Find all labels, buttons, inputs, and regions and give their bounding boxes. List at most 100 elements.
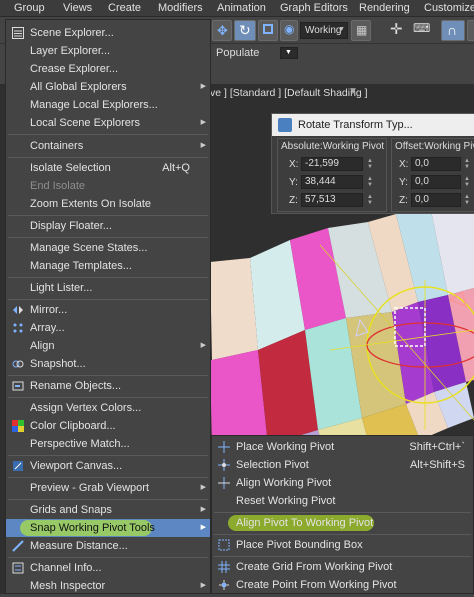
populate-tab[interactable]: Populate — [216, 47, 259, 59]
menu-separator — [8, 134, 208, 135]
menu-customize[interactable]: Customize — [424, 2, 474, 14]
menu-item-end-isolate: End Isolate — [30, 180, 86, 192]
off-x-field[interactable]: 0,0 — [411, 157, 461, 171]
coord-system-select[interactable]: Working ▼ — [300, 22, 348, 39]
menu-separator — [214, 556, 471, 557]
menu-item-preview-grab-viewport[interactable]: Preview - Grab Viewport ▶ — [6, 479, 210, 497]
submenu-item-place-working-pivot[interactable]: Place Working Pivot Shift+Ctrl+` — [212, 438, 473, 456]
menu-item-align[interactable]: Align ▶ — [6, 337, 210, 355]
menu-separator — [8, 499, 208, 500]
chevron-down-icon: ▼ — [338, 26, 345, 33]
menu-item-display-floater[interactable]: Display Floater... — [6, 217, 210, 235]
menu-item-perspective-match[interactable]: Perspective Match... — [6, 435, 210, 453]
off-y-label: Y: — [399, 177, 408, 188]
viewport-canvas-icon — [12, 460, 24, 472]
menu-item-crease-explorer[interactable]: Crease Explorer... — [6, 60, 210, 78]
submenu-item-reset-working-pivot[interactable]: Reset Working Pivot — [212, 492, 473, 510]
abs-y-field[interactable]: 38,444 — [301, 175, 363, 189]
menu-group[interactable]: Group — [14, 2, 45, 14]
color-clipboard-icon — [12, 420, 24, 432]
menu-separator — [8, 299, 208, 300]
abs-z-label: Z: — [289, 195, 298, 206]
keyboard-shortcut-icon[interactable]: ⌨ — [410, 20, 430, 41]
submenu-arrow-icon: ▶ — [200, 142, 206, 149]
menu-separator — [8, 455, 208, 456]
menu-item-all-global-explorers[interactable]: All Global Explorers ▶ — [6, 78, 210, 96]
channel-info-icon — [12, 562, 24, 574]
angle-snap-icon[interactable] — [467, 20, 474, 41]
submenu-item-create-point-from-working-pivot[interactable]: Create Point From Working Pivot — [212, 576, 473, 594]
off-z-field[interactable]: 0,0 — [411, 193, 461, 207]
mirror-icon — [12, 304, 24, 316]
viewport-label-text: ve ] [Standard ] [Default Shading ] — [210, 87, 368, 99]
placement-tool-icon[interactable]: ◉ — [280, 20, 298, 41]
scale-tool-icon[interactable] — [258, 20, 278, 41]
abs-x-field[interactable]: -21,599 — [301, 157, 363, 171]
select-and-manipulate-icon[interactable]: ✛ — [387, 20, 407, 41]
submenu-item-align-working-pivot[interactable]: Align Working Pivot — [212, 474, 473, 492]
off-y-spinner[interactable]: ▲ ▼ — [464, 176, 472, 189]
menu-item-zoom-extents-on-isolate[interactable]: Zoom Extents On Isolate — [6, 195, 210, 213]
submenu-arrow-icon: ▶ — [200, 506, 206, 513]
menu-item-array[interactable]: Array... — [6, 319, 210, 337]
menu-item-snapshot[interactable]: Snapshot... — [6, 355, 210, 373]
populate-dropdown[interactable]: ▼ — [280, 47, 298, 59]
rotate-tool-icon[interactable]: ↻ — [234, 20, 256, 41]
rotate-transform-dialog: Rotate Transform Typ... Absolute:Working… — [271, 113, 474, 214]
abs-x-spinner[interactable]: ▲ ▼ — [367, 158, 375, 171]
menu-item-scene-explorer[interactable]: Scene Explorer... — [6, 24, 210, 42]
menu-item-grids-and-snaps[interactable]: Grids and Snaps ▶ — [6, 501, 210, 519]
dialog-titlebar[interactable]: Rotate Transform Typ... — [272, 114, 474, 136]
filter-icon[interactable]: ▼ — [348, 86, 358, 97]
pivot-point-icon[interactable]: ▦ — [351, 20, 371, 41]
snaps-toggle-icon[interactable]: ∩ — [441, 20, 465, 41]
abs-y-spinner[interactable]: ▲ ▼ — [367, 176, 375, 189]
offset-group: Offset:Working Pivot X: 0,0 ▲▼ Y: 0,0 ▲▼… — [391, 138, 474, 212]
off-z-spinner[interactable]: ▲ ▼ — [464, 194, 472, 207]
menu-item-mesh-inspector[interactable]: Mesh Inspector ▶ — [6, 577, 210, 595]
submenu-item-place-pivot-bounding-box[interactable]: Place Pivot Bounding Box — [212, 536, 473, 554]
abs-x-label: X: — [289, 159, 299, 170]
menu-item-light-lister[interactable]: Light Lister... — [6, 279, 210, 297]
menu-item-assign-vertex-colors[interactable]: Assign Vertex Colors... — [6, 399, 210, 417]
menu-item-local-scene-explorers[interactable]: Local Scene Explorers ▶ — [6, 114, 210, 132]
menu-item-manage-local-explorers[interactable]: Manage Local Explorers... — [6, 96, 210, 114]
menu-item-layer-explorer[interactable]: Layer Explorer... — [6, 42, 210, 60]
menu-item-rename-objects[interactable]: Rename Objects... — [6, 377, 210, 395]
menu-item-channel-info[interactable]: Channel Info... — [6, 559, 210, 577]
menu-rendering[interactable]: Rendering — [359, 2, 410, 14]
menu-views[interactable]: Views — [63, 2, 92, 14]
menu-item-manage-templates[interactable]: Manage Templates... — [6, 257, 210, 275]
menu-animation[interactable]: Animation — [217, 2, 266, 14]
scene-explorer-icon — [12, 27, 24, 39]
menu-item-measure-distance[interactable]: Measure Distance... — [6, 537, 210, 555]
abs-z-field[interactable]: 57,513 — [301, 193, 363, 207]
menu-modifiers[interactable]: Modifiers — [158, 2, 203, 14]
off-x-spinner[interactable]: ▲ ▼ — [464, 158, 472, 171]
menu-item-containers[interactable]: Containers ▶ — [6, 137, 210, 155]
submenu-item-align-pivot-to-working-pivot[interactable]: Align Pivot To Working Pivot — [212, 514, 473, 532]
move-tool-icon[interactable]: ✥ — [212, 20, 232, 41]
off-z-label: Z: — [399, 195, 408, 206]
align-pivot-icon — [218, 477, 230, 489]
menu-item-snap-working-pivot-tools[interactable]: Snap Working Pivot Tools ▶ — [6, 519, 210, 537]
menu-item-manage-scene-states[interactable]: Manage Scene States... — [6, 239, 210, 257]
off-y-field[interactable]: 0,0 — [411, 175, 461, 189]
menu-separator — [8, 277, 208, 278]
menu-graph-editors[interactable]: Graph Editors — [280, 2, 348, 14]
abs-z-spinner[interactable]: ▲ ▼ — [367, 194, 375, 207]
submenu-arrow-icon: ▶ — [200, 119, 206, 126]
menu-item-isolate-selection[interactable]: Isolate Selection Alt+Q — [6, 159, 210, 177]
point-helper-icon — [218, 579, 230, 591]
submenu-arrow-icon: ▶ — [200, 484, 206, 491]
menu-separator — [8, 157, 208, 158]
offset-title: Offset:Working Pivot — [395, 141, 474, 152]
menu-create[interactable]: Create — [108, 2, 141, 14]
submenu-item-selection-pivot[interactable]: Selection Pivot Alt+Shift+S — [212, 456, 473, 474]
menu-item-mirror[interactable]: Mirror... — [6, 301, 210, 319]
menu-item-color-clipboard[interactable]: Color Clipboard... — [6, 417, 210, 435]
selection-pivot-icon — [218, 459, 230, 471]
menu-item-viewport-canvas[interactable]: Viewport Canvas... — [6, 457, 210, 475]
menu-separator — [214, 512, 471, 513]
submenu-item-create-grid-from-working-pivot[interactable]: Create Grid From Working Pivot — [212, 558, 473, 576]
